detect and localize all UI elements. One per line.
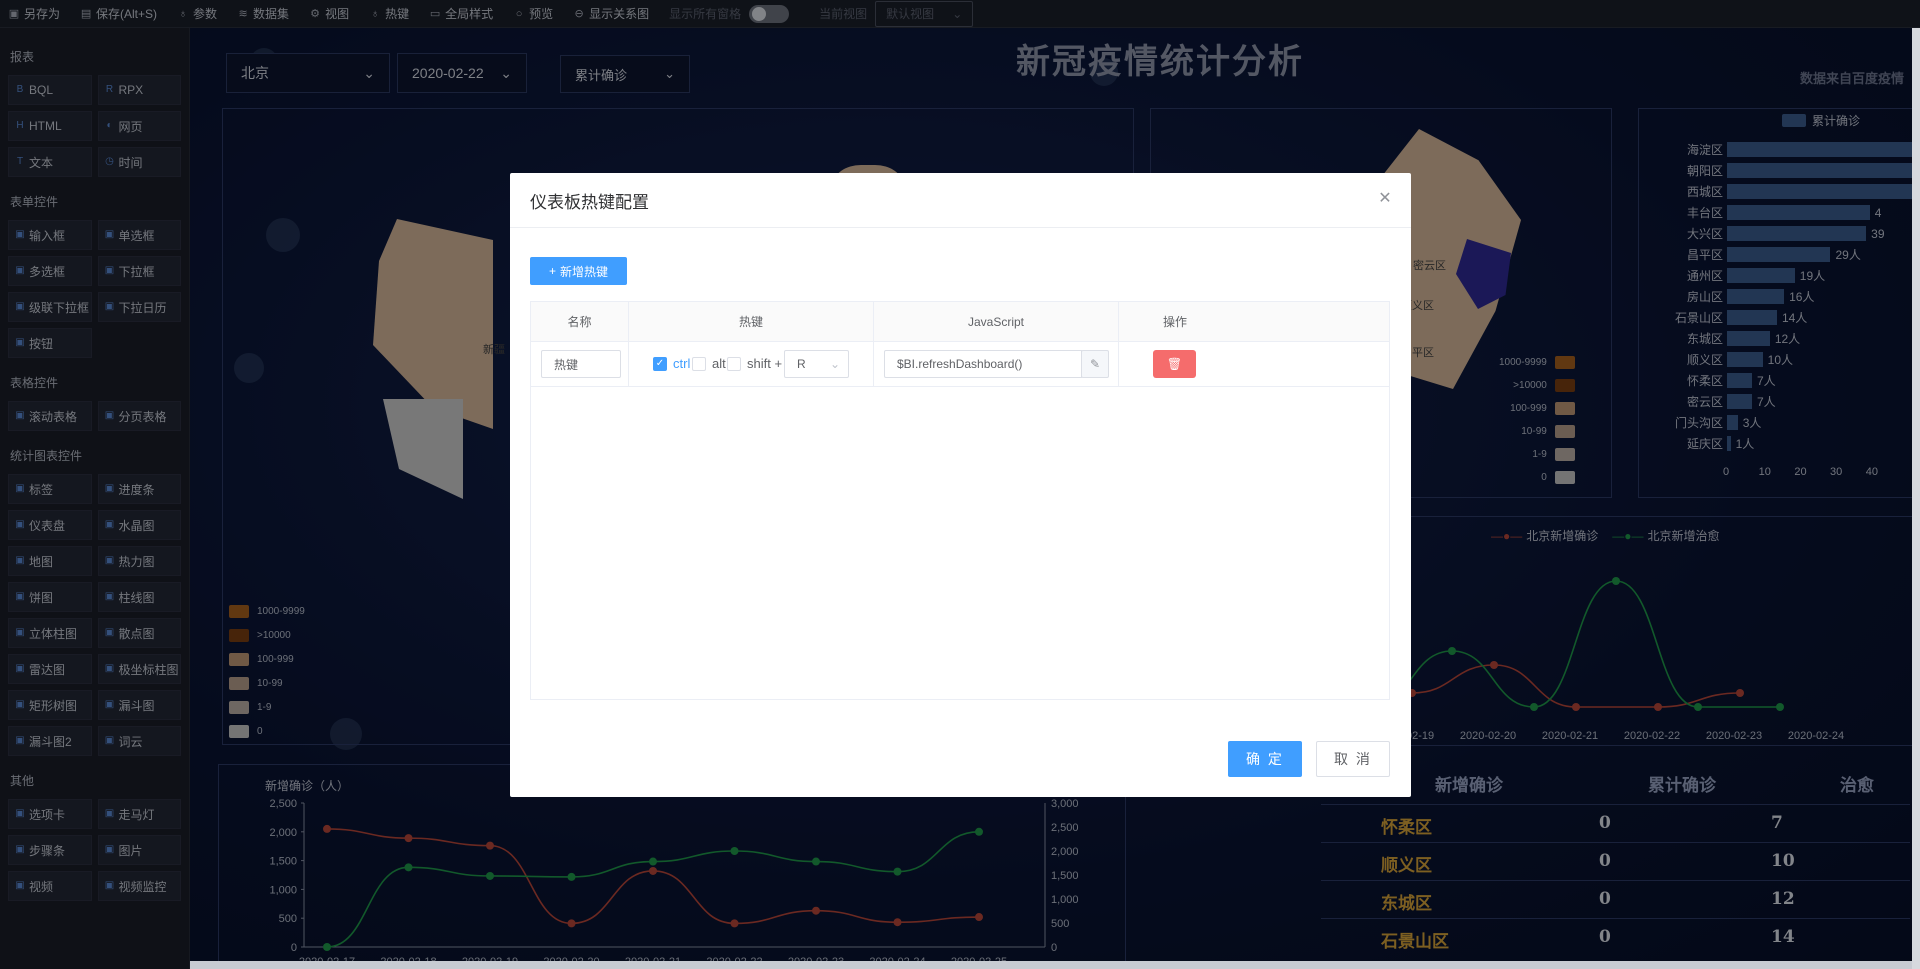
horizontal-scrollbar[interactable] [190,961,1912,969]
javascript-input[interactable]: $BI.refreshDashboard() [884,350,1082,378]
vertical-scrollbar[interactable] [1912,28,1920,969]
shift-checkbox[interactable] [727,357,741,371]
hotkey-row: 热键 ✓ ctrl alt shift + R ⌄ $BI.refreshDash… [531,342,1389,387]
hotkey-config-dialog: 仪表板热键配置 ✕ + 新增热键 名称 热键 JavaScript 操作 热键 … [510,173,1411,797]
cancel-button[interactable]: 取 消 [1316,741,1390,777]
hotkey-name-input[interactable]: 热键 [541,350,621,378]
column-header-hotkey: 热键 [629,302,874,342]
alt-label: alt [712,356,726,371]
confirm-button[interactable]: 确 定 [1228,741,1302,777]
hotkey-table-header: 名称 热键 JavaScript 操作 [531,302,1389,342]
dialog-header: 仪表板热键配置 ✕ [510,173,1411,228]
column-header-name: 名称 [531,302,629,342]
hotkey-table: 名称 热键 JavaScript 操作 热键 ✓ ctrl alt shift … [530,301,1390,700]
ctrl-checkbox[interactable]: ✓ [653,357,667,371]
edit-icon[interactable]: ✎ [1081,350,1109,378]
trash-icon: 🗑 [1166,357,1183,371]
close-icon[interactable]: ✕ [1377,191,1393,207]
hotkey-key-select[interactable]: R ⌄ [784,350,849,378]
column-header-js: JavaScript [874,302,1119,342]
dialog-title: 仪表板热键配置 [530,192,649,212]
plus-icon: + [548,264,556,278]
delete-button[interactable]: 🗑 [1153,350,1196,378]
shift-label: shift + [747,356,783,371]
add-hotkey-button[interactable]: + 新增热键 [530,257,627,285]
chevron-down-icon: ⌄ [829,357,840,371]
column-header-actions: 操作 [1162,315,1187,329]
alt-checkbox[interactable] [692,357,706,371]
ctrl-label: ctrl [673,356,691,371]
